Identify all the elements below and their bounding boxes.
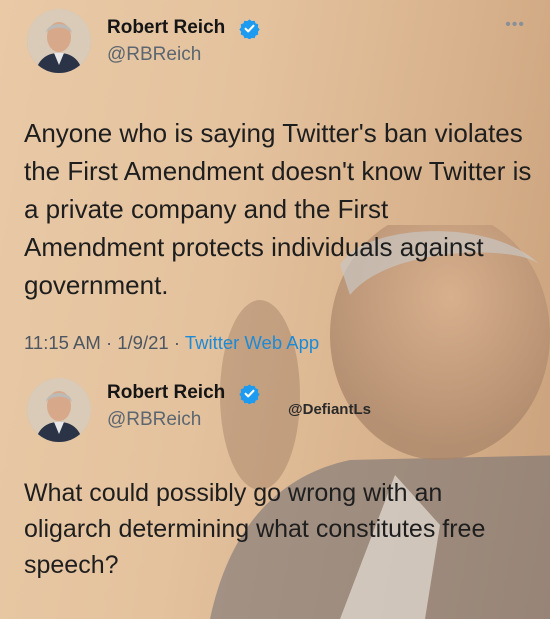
display-name[interactable]: Robert Reich [107, 382, 225, 404]
display-name[interactable]: Robert Reich [107, 17, 225, 39]
user-handle[interactable]: @RBReich [107, 44, 201, 66]
verified-badge-icon [239, 19, 260, 39]
verified-badge-icon [239, 384, 260, 404]
tweet-text: Anyone who is saying Twitter's ban viola… [24, 118, 532, 300]
more-horizontal-icon[interactable]: ••• [505, 17, 525, 33]
meta-separator: · [173, 332, 180, 353]
watermark: @DefiantLs [288, 401, 371, 418]
tweet-meta: 11:15 AM · 1/9/21 · Twitter Web App [24, 332, 319, 354]
tweet-date[interactable]: 1/9/21 [117, 332, 168, 353]
tweet-time[interactable]: 11:15 AM [24, 332, 101, 353]
avatar[interactable] [27, 9, 91, 73]
user-handle[interactable]: @RBReich [107, 409, 201, 431]
tweet-text: What could possibly go wrong with an oli… [24, 479, 486, 579]
meta-separator: · [105, 332, 113, 353]
tweet-source-link[interactable]: Twitter Web App [185, 332, 319, 353]
avatar[interactable] [27, 378, 91, 442]
